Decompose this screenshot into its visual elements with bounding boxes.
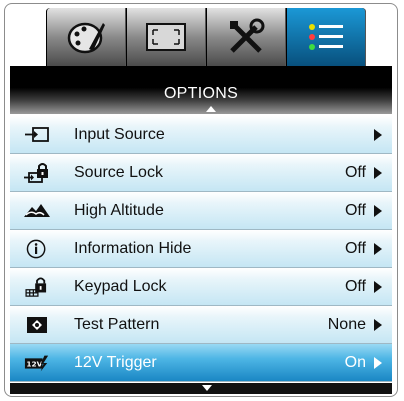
- menu-item-12v-trigger[interactable]: 12V 12V Trigger On: [10, 344, 392, 382]
- high-altitude-icon: [24, 204, 50, 217]
- keypad-lock-icon: [25, 277, 47, 297]
- menu-item-test-pattern[interactable]: Test Pattern None: [10, 306, 392, 344]
- chevron-right-icon[interactable]: [374, 319, 382, 331]
- page-title: OPTIONS: [163, 85, 239, 102]
- menu-item-value: Off: [344, 240, 366, 257]
- menu-item-keypad-lock[interactable]: Keypad Lock Off: [10, 268, 392, 306]
- menu-item-label: Source Lock: [74, 164, 163, 181]
- tab-display[interactable]: [46, 8, 126, 66]
- menu-item-information-hide[interactable]: Information Hide Off: [10, 230, 392, 268]
- menu-item-label: Information Hide: [74, 240, 192, 257]
- menu-item-label: Test Pattern: [74, 316, 160, 333]
- svg-text:12V: 12V: [26, 360, 42, 369]
- source-lock-icon: [24, 163, 48, 183]
- scroll-down-icon[interactable]: [202, 385, 212, 391]
- chevron-right-icon[interactable]: [374, 357, 382, 369]
- chevron-right-icon[interactable]: [374, 243, 382, 255]
- menu-item-input-source[interactable]: Input Source: [10, 116, 392, 154]
- menu-item-label: High Altitude: [74, 202, 164, 219]
- chevron-right-icon[interactable]: [374, 129, 382, 141]
- menu-item-value: Off: [344, 278, 366, 295]
- tab-options[interactable]: [286, 8, 366, 66]
- trigger-12v-icon: 12V: [24, 355, 49, 372]
- menu-item-high-altitude[interactable]: High Altitude Off: [10, 192, 392, 230]
- scroll-up-icon[interactable]: [206, 106, 216, 112]
- list-icon: [309, 24, 343, 50]
- chevron-right-icon[interactable]: [374, 205, 382, 217]
- palette-icon: [67, 22, 105, 54]
- menu-item-value: None: [327, 316, 366, 333]
- information-icon: [26, 239, 46, 259]
- menu-item-label: Keypad Lock: [74, 278, 167, 295]
- tab-setup[interactable]: [206, 8, 286, 66]
- tools-icon: [230, 18, 265, 53]
- menu-item-label: Input Source: [74, 126, 165, 143]
- menu-item-value: Off: [344, 202, 366, 219]
- menu-tabs: [46, 8, 366, 66]
- chevron-right-icon[interactable]: [374, 167, 382, 179]
- menu-item-label: 12V Trigger: [74, 354, 157, 371]
- options-menu-list: Input Source Source Lock Off High Altitu…: [10, 116, 392, 382]
- screen-resize-icon: [146, 23, 186, 51]
- chevron-right-icon[interactable]: [374, 281, 382, 293]
- menu-item-source-lock[interactable]: Source Lock Off: [10, 154, 392, 192]
- menu-header: OPTIONS: [10, 66, 392, 114]
- menu-item-value: Off: [344, 164, 366, 181]
- menu-item-value: On: [344, 354, 366, 371]
- test-pattern-icon: [27, 317, 47, 333]
- input-source-icon: [25, 127, 49, 142]
- tab-image[interactable]: [126, 8, 206, 66]
- menu-footer: [10, 383, 392, 394]
